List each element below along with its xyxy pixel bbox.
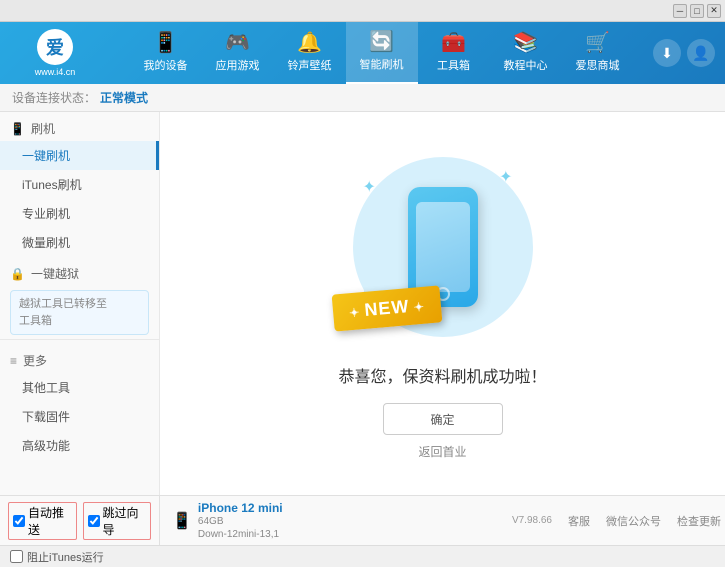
confirm-button[interactable]: 确定 (383, 403, 503, 435)
download-btn[interactable]: ⬇ (653, 39, 681, 67)
sidebar-item-pro-flash[interactable]: 专业刷机 (0, 199, 159, 228)
success-message: 恭喜您，保资料刷机成功啦！ (338, 363, 546, 387)
checkboxes-row: 自动推送 跳过向导 (8, 502, 151, 540)
nav-toolbox-label: 工具箱 (437, 57, 470, 73)
nav-ringtone-label: 铃声壁纸 (288, 57, 332, 73)
nav-ringtone[interactable]: 🔔 铃声壁纸 (274, 22, 346, 84)
nav-store[interactable]: 🛒 爱思商城 (562, 22, 634, 84)
sparkle-top-left: ✦ (363, 177, 376, 197)
sidebar: 📱 刷机 一键刷机 iTunes刷机 专业刷机 微量刷机 🔒 一键越狱 越狱工具… (0, 112, 160, 495)
nav-toolbox[interactable]: 🧰 工具箱 (418, 22, 490, 84)
sidebar-item-other-tools[interactable]: 其他工具 (0, 373, 159, 402)
jailbreak-section-label: 一键越狱 (31, 265, 79, 282)
ringtone-icon: 🔔 (297, 33, 322, 53)
sidebar-section-more: ≡ 更多 (0, 344, 159, 373)
title-bar: ─ □ ✕ (0, 0, 725, 22)
back-home-link[interactable]: 返回首业 (418, 443, 466, 460)
nav-apps-games-label: 应用游戏 (216, 57, 260, 73)
content-area: ✦ ✦ ✦ NEW 恭喜您，保资料刷机成功啦！ 确定 返回首业 (160, 112, 725, 495)
nav-my-device-label: 我的设备 (144, 57, 188, 73)
tutorials-icon: 📚 (513, 33, 538, 53)
logo-icon: 爱 (37, 29, 73, 65)
version-info: V7.98.66 (512, 515, 552, 526)
nav-bar: 📱 我的设备 🎮 应用游戏 🔔 铃声壁纸 🔄 智能刷机 🧰 工具箱 📚 教程中心… (110, 22, 653, 84)
main-area: 📱 刷机 一键刷机 iTunes刷机 专业刷机 微量刷机 🔒 一键越狱 越狱工具… (0, 112, 725, 495)
check-update-link[interactable]: 检查更新 (677, 513, 721, 529)
device-info-panel: 📱 iPhone 12 mini 64GB Down-12mini-13,1 (160, 496, 512, 545)
itunes-bar: 阻止iTunes运行 (0, 545, 725, 567)
nav-store-label: 爱思商城 (576, 57, 620, 73)
nav-tutorials[interactable]: 📚 教程中心 (490, 22, 562, 84)
apps-games-icon: 🎮 (225, 33, 250, 53)
device-phone-icon: 📱 (172, 511, 192, 531)
my-device-icon: 📱 (153, 33, 178, 53)
skip-wizard-label: 跳过向导 (103, 504, 147, 538)
close-btn[interactable]: ✕ (707, 4, 721, 18)
bottom-left-panel: 自动推送 跳过向导 (0, 496, 160, 545)
sidebar-item-advanced[interactable]: 高级功能 (0, 431, 159, 460)
sidebar-item-model-flash[interactable]: 微量刷机 (0, 228, 159, 257)
more-section-label: 更多 (23, 352, 47, 369)
store-icon: 🛒 (585, 33, 610, 53)
phone-screen (416, 202, 470, 292)
support-link[interactable]: 客服 (568, 513, 590, 529)
device-storage: 64GB (198, 515, 283, 528)
maximize-btn[interactable]: □ (690, 4, 704, 18)
auto-push-input[interactable] (13, 515, 25, 527)
nav-apps-games[interactable]: 🎮 应用游戏 (202, 22, 274, 84)
account-btn[interactable]: 👤 (687, 39, 715, 67)
sidebar-item-itunes-flash[interactable]: iTunes刷机 (0, 170, 159, 199)
status-value: 正常模式 (100, 89, 148, 106)
status-label: 设备连接状态： (12, 89, 96, 106)
sidebar-section-jailbreak: 🔒 一键越狱 (0, 257, 159, 286)
nav-actions: ⬇ 👤 (653, 39, 725, 67)
nav-smart-flash-label: 智能刷机 (360, 56, 404, 72)
auto-push-label: 自动推送 (28, 504, 72, 538)
flash-section-icon: 📱 (10, 122, 25, 136)
block-itunes-label: 阻止iTunes运行 (27, 549, 104, 565)
flash-section-label: 刷机 (31, 120, 55, 137)
lock-icon: 🔒 (10, 267, 25, 281)
skip-wizard-input[interactable] (88, 515, 100, 527)
nav-tutorials-label: 教程中心 (504, 57, 548, 73)
bottom-right-panel: V7.98.66 客服 微信公众号 检查更新 (512, 496, 725, 545)
device-info: iPhone 12 mini 64GB Down-12mini-13,1 (198, 501, 283, 541)
toolbox-icon: 🧰 (441, 33, 466, 53)
jailbreak-note: 越狱工具已转移至工具箱 (10, 290, 149, 335)
device-name: iPhone 12 mini (198, 501, 283, 515)
auto-push-checkbox[interactable]: 自动推送 (8, 502, 77, 540)
smart-flash-icon: 🔄 (369, 32, 394, 52)
sparkle-top-right: ✦ (499, 167, 512, 187)
more-section-icon: ≡ (10, 354, 17, 368)
sidebar-item-download-firmware[interactable]: 下载固件 (0, 402, 159, 431)
status-bar: 设备连接状态： 正常模式 (0, 84, 725, 112)
header: 爱 www.i4.cn 📱 我的设备 🎮 应用游戏 🔔 铃声壁纸 🔄 智能刷机 … (0, 22, 725, 84)
minimize-btn[interactable]: ─ (673, 4, 687, 18)
nav-my-device[interactable]: 📱 我的设备 (130, 22, 202, 84)
sidebar-item-one-key-flash[interactable]: 一键刷机 (0, 141, 159, 170)
sidebar-divider-1 (0, 339, 159, 340)
nav-smart-flash[interactable]: 🔄 智能刷机 (346, 22, 418, 84)
sidebar-section-flash: 📱 刷机 (0, 112, 159, 141)
phone-illustration: ✦ ✦ ✦ NEW (343, 147, 543, 347)
wechat-link[interactable]: 微信公众号 (606, 513, 661, 529)
bottom-panel: 自动推送 跳过向导 📱 iPhone 12 mini 64GB Down-12m… (0, 495, 725, 545)
skip-wizard-checkbox[interactable]: 跳过向导 (83, 502, 152, 540)
logo-area: 爱 www.i4.cn (0, 29, 110, 77)
block-itunes-checkbox[interactable] (10, 550, 23, 563)
logo-url: www.i4.cn (35, 67, 76, 77)
device-firmware: Down-12mini-13,1 (198, 528, 283, 541)
